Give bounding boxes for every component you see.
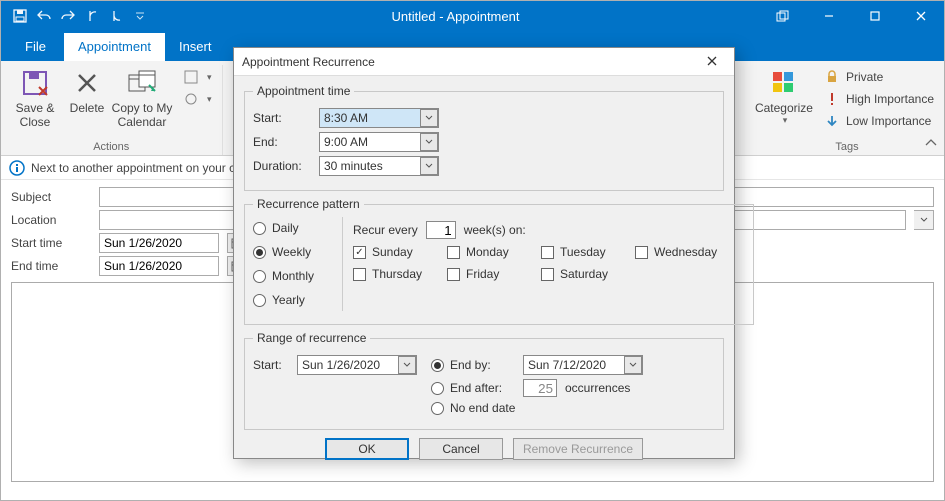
dialog-close-icon[interactable]	[698, 54, 726, 70]
redo-icon[interactable]	[57, 4, 79, 28]
cancel-button[interactable]: Cancel	[419, 438, 503, 460]
appt-end-combo[interactable]: 9:00 AM	[319, 132, 439, 152]
group-label-actions: Actions	[93, 141, 129, 155]
lock-icon	[824, 69, 840, 85]
ribbon-small-1[interactable]: ▾	[179, 67, 216, 87]
starttime-input[interactable]: Sun 1/26/2020	[99, 233, 219, 253]
titlebar: Untitled - Appointment	[1, 1, 944, 31]
next-icon[interactable]	[105, 4, 127, 28]
maximize-icon[interactable]	[852, 1, 898, 31]
ok-button[interactable]: OK	[325, 438, 409, 460]
chevron-down-icon[interactable]	[398, 356, 416, 374]
high-importance-icon	[824, 91, 840, 107]
check-monday[interactable]: Monday	[447, 245, 537, 259]
ribbon-small-2[interactable]: ▾	[179, 89, 216, 109]
low-importance-icon	[824, 113, 840, 129]
legend-range: Range of recurrence	[253, 331, 370, 345]
dialog-title: Appointment Recurrence	[242, 55, 375, 69]
endby-combo[interactable]: Sun 7/12/2020	[523, 355, 643, 375]
quick-access-toolbar	[9, 4, 151, 28]
chevron-down-icon[interactable]	[420, 133, 438, 151]
save-close-label: Save & Close	[7, 101, 63, 130]
fieldset-range: Range of recurrence Start: Sun 1/26/2020…	[244, 331, 724, 430]
location-dropdown-icon[interactable]	[914, 210, 934, 230]
ribbon-collapse-icon[interactable]	[924, 137, 938, 151]
save-close-button[interactable]: Save & Close	[7, 65, 63, 130]
subject-label: Subject	[11, 190, 91, 204]
fieldset-appointment-time: Appointment time Start: 8:30 AM End: 9:0…	[244, 84, 724, 191]
copy-calendar-icon	[126, 67, 158, 99]
private-button[interactable]: Private	[820, 67, 938, 87]
qat-customize-icon[interactable]	[129, 4, 151, 28]
legend-appt-time: Appointment time	[253, 84, 354, 98]
tab-insert[interactable]: Insert	[165, 33, 226, 61]
radio-noend[interactable]: No end date	[431, 401, 515, 415]
location-label: Location	[11, 213, 91, 227]
appt-duration-label: Duration:	[253, 159, 311, 173]
check-sunday[interactable]: Sunday	[353, 245, 443, 259]
copy-calendar-label: Copy to My Calendar	[111, 101, 173, 130]
radio-weekly[interactable]: Weekly	[253, 245, 342, 259]
check-wednesday[interactable]: Wednesday	[635, 245, 745, 259]
chevron-down-icon[interactable]	[420, 157, 438, 175]
radio-endby[interactable]: End by:	[431, 358, 515, 372]
tab-appointment[interactable]: Appointment	[64, 33, 165, 61]
radio-endafter[interactable]: End after:	[431, 381, 515, 395]
check-friday[interactable]: Friday	[447, 267, 537, 281]
check-thursday[interactable]: Thursday	[353, 267, 443, 281]
recur-every-post: week(s) on:	[464, 223, 526, 237]
private-label: Private	[846, 70, 883, 84]
window-title: Untitled - Appointment	[151, 9, 760, 24]
low-importance-button[interactable]: Low Importance	[820, 111, 938, 131]
undo-icon[interactable]	[33, 4, 55, 28]
delete-button[interactable]: Delete	[65, 65, 109, 115]
range-start-combo[interactable]: Sun 1/26/2020	[297, 355, 417, 375]
info-text: Next to another appointment on your c	[31, 161, 235, 175]
endafter-input[interactable]	[523, 379, 557, 397]
high-importance-label: High Importance	[846, 92, 934, 106]
fieldset-recurrence-pattern: Recurrence pattern Daily Weekly Monthly …	[244, 197, 754, 325]
appt-duration-combo[interactable]: 30 minutes	[319, 156, 439, 176]
endtime-input[interactable]: Sun 1/26/2020	[99, 256, 219, 276]
categorize-label: Categorize	[755, 101, 813, 115]
endtime-label: End time	[11, 259, 91, 273]
recur-every-input[interactable]	[426, 221, 456, 239]
ribbon-group-actions: Save & Close Delete Copy to My Calendar …	[1, 65, 223, 155]
legend-pattern: Recurrence pattern	[253, 197, 364, 211]
appt-start-label: Start:	[253, 111, 311, 125]
radio-yearly[interactable]: Yearly	[253, 293, 342, 307]
appt-end-label: End:	[253, 135, 311, 149]
popout-icon[interactable]	[760, 1, 806, 31]
check-tuesday[interactable]: Tuesday	[541, 245, 631, 259]
categorize-icon	[768, 67, 800, 99]
tab-file[interactable]: File	[7, 33, 64, 61]
prev-icon[interactable]	[81, 4, 103, 28]
save-icon[interactable]	[9, 4, 31, 28]
recur-every-pre: Recur every	[353, 223, 418, 237]
recurrence-dialog: Appointment Recurrence Appointment time …	[233, 47, 735, 459]
copy-calendar-button[interactable]: Copy to My Calendar	[111, 65, 173, 130]
minimize-icon[interactable]	[806, 1, 852, 31]
remove-recurrence-button[interactable]: Remove Recurrence	[513, 438, 643, 460]
radio-daily[interactable]: Daily	[253, 221, 342, 235]
check-saturday[interactable]: Saturday	[541, 267, 631, 281]
save-close-icon	[19, 67, 51, 99]
categorize-button[interactable]: Categorize▾	[756, 65, 812, 126]
chevron-down-icon[interactable]	[624, 356, 642, 374]
delete-icon	[71, 67, 103, 99]
chevron-down-icon[interactable]	[420, 109, 438, 127]
range-start-label: Start:	[253, 358, 289, 372]
appt-start-combo[interactable]: 8:30 AM	[319, 108, 439, 128]
low-importance-label: Low Importance	[846, 114, 931, 128]
starttime-label: Start time	[11, 236, 91, 250]
radio-monthly[interactable]: Monthly	[253, 269, 342, 283]
high-importance-button[interactable]: High Importance	[820, 89, 938, 109]
dialog-titlebar: Appointment Recurrence	[234, 48, 734, 76]
group-label-tags: Tags	[835, 141, 858, 155]
endafter-post: occurrences	[565, 381, 630, 395]
delete-label: Delete	[70, 101, 105, 115]
close-icon[interactable]	[898, 1, 944, 31]
info-icon	[9, 160, 25, 176]
window-controls	[760, 1, 944, 31]
